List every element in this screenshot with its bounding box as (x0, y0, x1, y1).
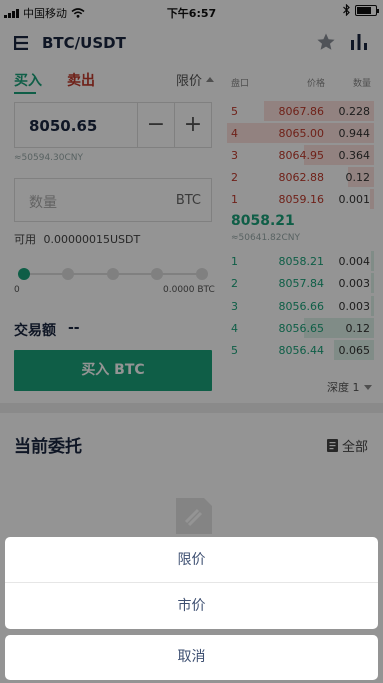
limit-order-option[interactable]: 限价 (5, 537, 378, 583)
trade-screen: 中国移动 下午6:57 BTC/USDT 买入 卖出 限价 8050.65 − … (0, 0, 383, 683)
order-type-action-sheet: 限价 市价 (5, 537, 378, 629)
market-order-option[interactable]: 市价 (5, 583, 378, 629)
cancel-button[interactable]: 取消 (5, 635, 378, 680)
